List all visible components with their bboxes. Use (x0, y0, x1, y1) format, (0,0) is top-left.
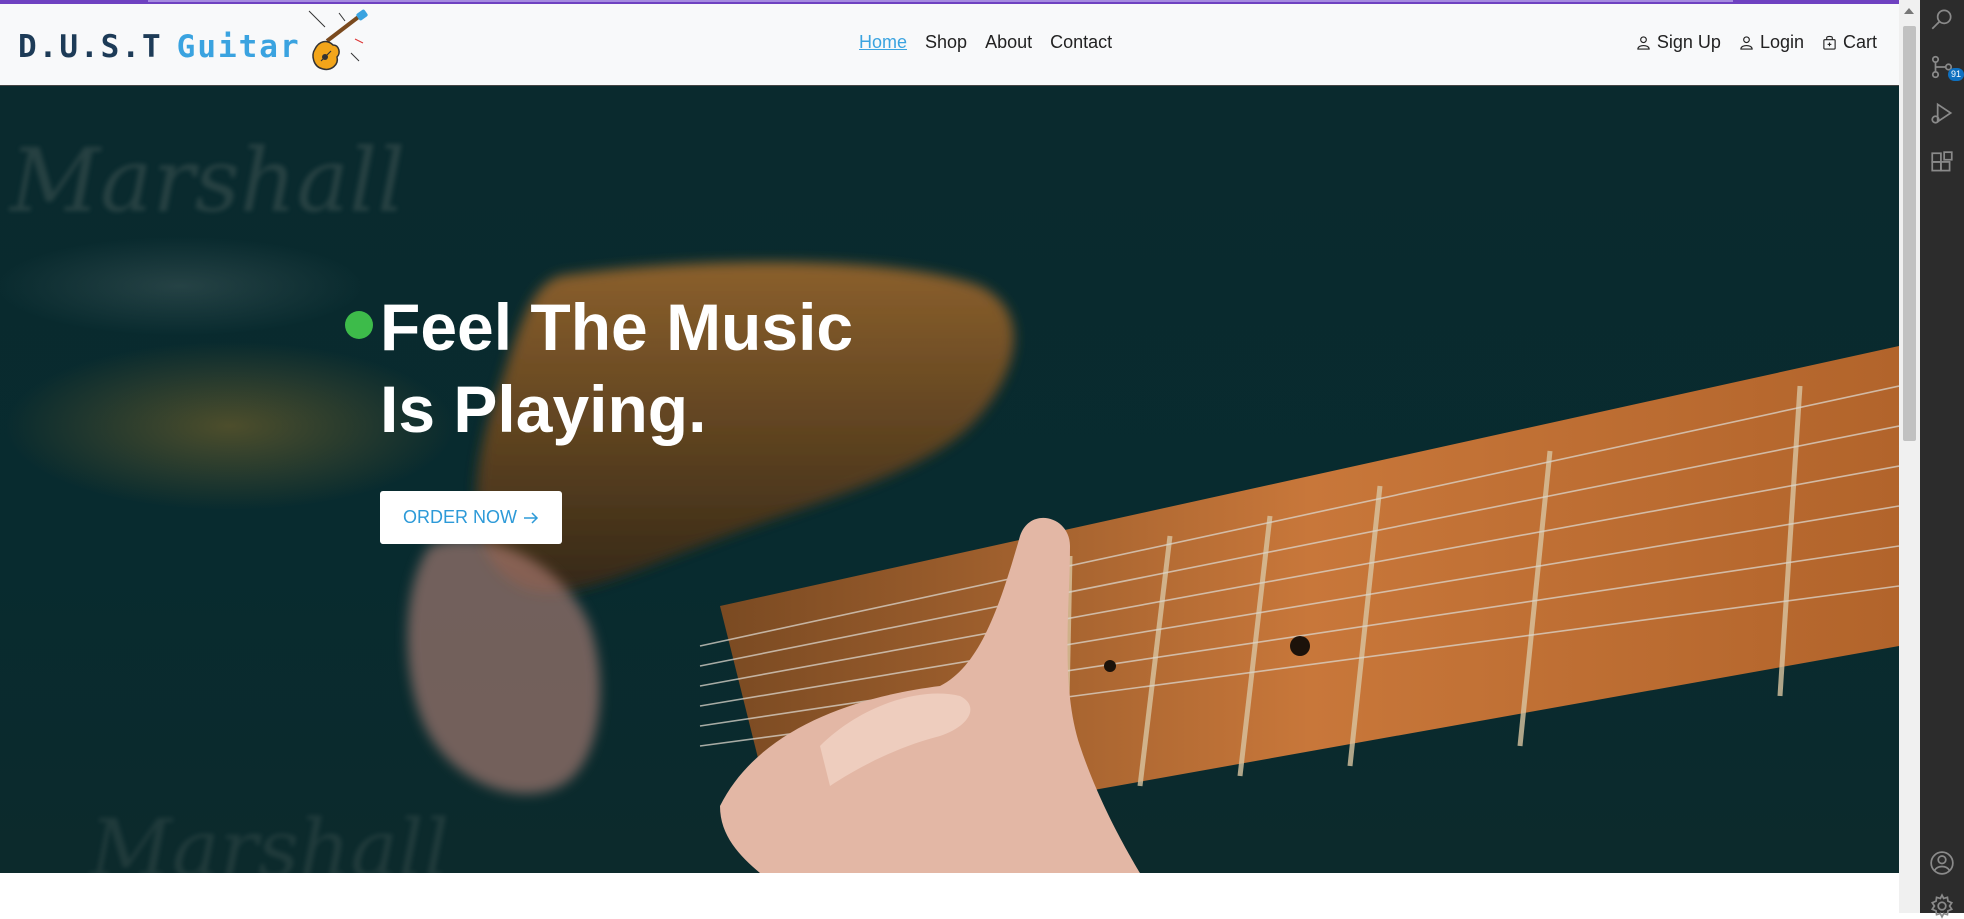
account-nav: Sign Up Login Cart (1636, 32, 1877, 53)
svg-text:Marshall: Marshall (88, 802, 449, 873)
search-icon[interactable] (1929, 6, 1955, 32)
hero-guitar-photo: Marshall Marshall (8, 129, 1899, 873)
account-icon[interactable] (1929, 850, 1955, 876)
nav-link-shop[interactable]: Shop (925, 32, 967, 53)
brand-name-part2: Guitar (176, 29, 301, 65)
hero-title-line1: Feel The Music (380, 290, 854, 364)
hero-title: Feel The Music Is Playing. (380, 286, 853, 450)
login-label: Login (1759, 32, 1804, 52)
shopping-bag-icon (1823, 35, 1836, 50)
signup-label: Sign Up (1656, 32, 1721, 52)
brand-name-part1: D.U.S.T (18, 29, 163, 65)
order-now-label: ORDER NOW (403, 507, 517, 527)
activity-bar: 91 (1920, 0, 1964, 919)
cart-label: Cart (1842, 32, 1877, 52)
user-icon (1637, 36, 1650, 50)
signup-link[interactable]: Sign Up (1636, 32, 1721, 53)
web-page: D.U.S.T Guitar Home Shop About Contact S… (0, 0, 1899, 913)
brand-logo-link[interactable]: D.U.S.T Guitar (18, 9, 371, 80)
scrollbar-thumb[interactable] (1903, 26, 1916, 441)
source-control-badge: 91 (1948, 68, 1964, 81)
run-debug-icon[interactable] (1929, 100, 1955, 126)
hero-title-line2: Is Playing. (380, 372, 707, 446)
user-icon (1740, 36, 1753, 50)
hero-section: Marshall Marshall Feel The Music Is Play… (0, 86, 1899, 873)
page-scrollbar[interactable] (1899, 0, 1920, 913)
main-nav: Home Shop About Contact (859, 32, 1112, 53)
nav-link-home[interactable]: Home (859, 32, 907, 53)
cart-link[interactable]: Cart (1822, 32, 1877, 53)
nav-link-about[interactable]: About (985, 32, 1032, 53)
scroll-up-arrow[interactable] (1904, 8, 1914, 14)
arrow-right-icon (524, 511, 539, 524)
settings-gear-icon[interactable] (1929, 893, 1955, 919)
electric-guitar-icon (308, 9, 368, 71)
navbar: D.U.S.T Guitar Home Shop About Contact S… (0, 4, 1899, 86)
extensions-icon[interactable] (1929, 150, 1955, 176)
nav-link-contact[interactable]: Contact (1050, 32, 1112, 53)
svg-text:Marshall: Marshall (8, 129, 405, 232)
order-now-button[interactable]: ORDER NOW (380, 491, 562, 544)
login-link[interactable]: Login (1739, 32, 1804, 53)
status-dot (345, 311, 373, 339)
